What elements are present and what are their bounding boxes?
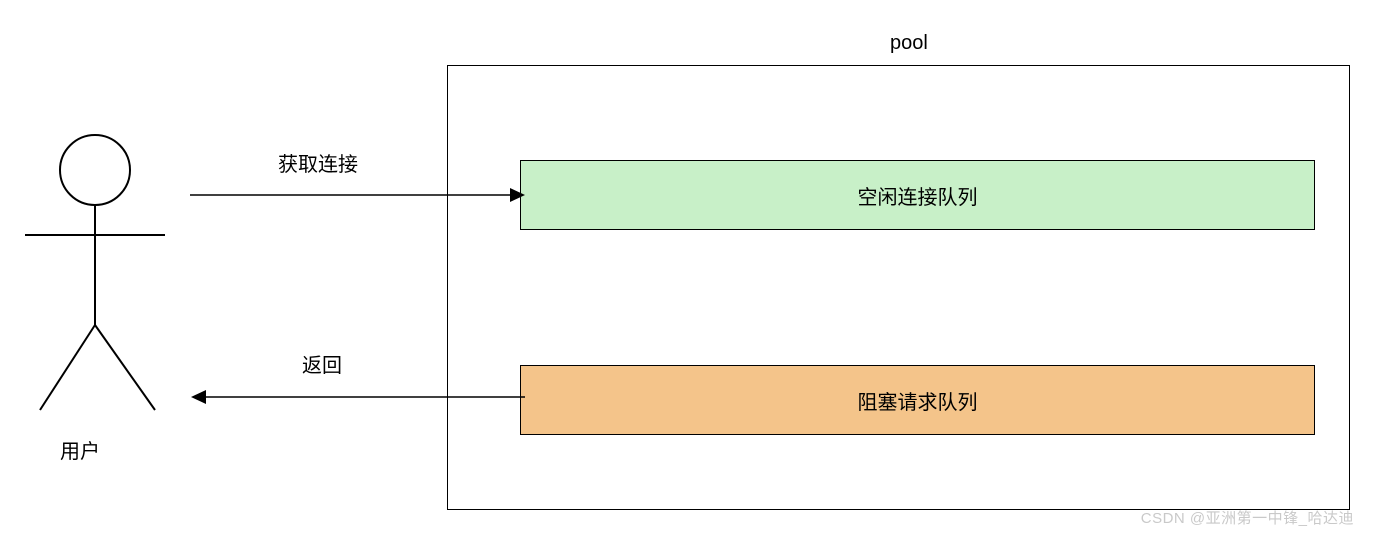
return-label: 返回 xyxy=(302,349,342,378)
pool-label: pool xyxy=(890,32,928,55)
idle-connection-queue: 空闲连接队列 xyxy=(520,160,1315,230)
user-label: 用户 xyxy=(60,435,100,464)
user-figure xyxy=(25,130,185,435)
return-arrow xyxy=(190,382,530,412)
watermark: CSDN @亚洲第一中锋_哈达迪 xyxy=(1141,507,1354,528)
pool-container xyxy=(447,65,1350,510)
get-connection-arrow xyxy=(190,180,530,210)
get-connection-label: 获取连接 xyxy=(278,148,358,177)
idle-queue-label: 空闲连接队列 xyxy=(858,181,978,210)
blocked-request-queue: 阻塞请求队列 xyxy=(520,365,1315,435)
block-queue-label: 阻塞请求队列 xyxy=(858,386,978,415)
